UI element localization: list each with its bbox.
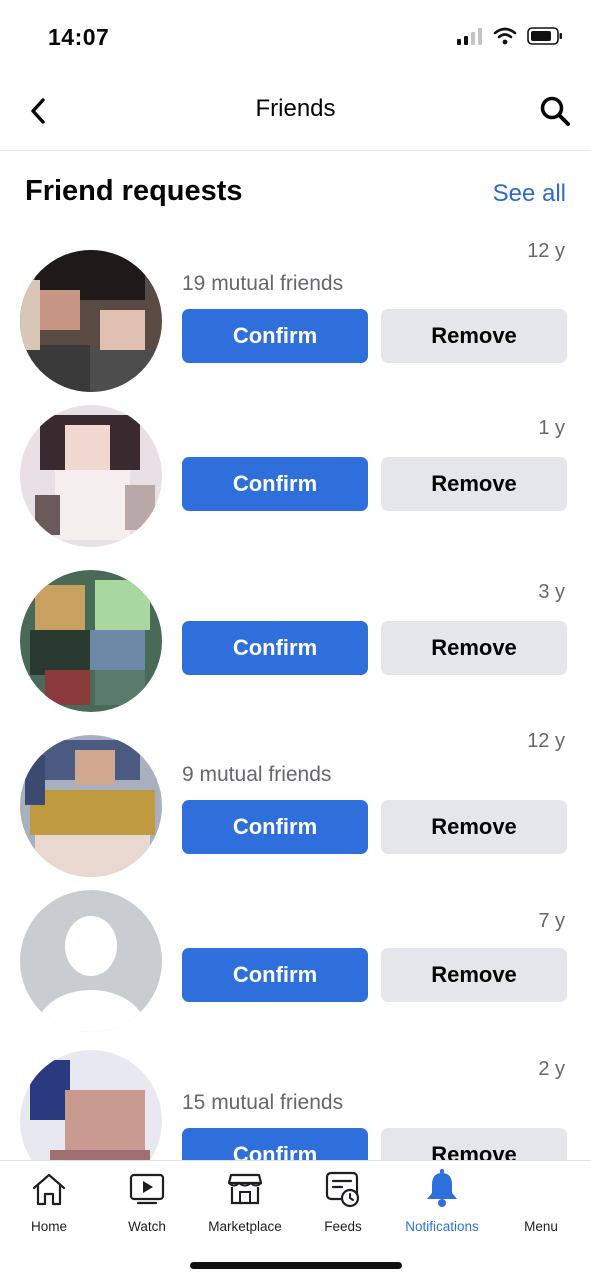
request-age: 7 y bbox=[538, 910, 565, 932]
friend-request-item: 1 y Confirm Remove bbox=[0, 405, 591, 555]
tab-label: Notifications bbox=[405, 1219, 479, 1234]
request-age: 12 y bbox=[527, 730, 565, 752]
request-age: 3 y bbox=[538, 581, 565, 603]
cellular-signal-icon bbox=[457, 28, 482, 45]
search-icon bbox=[540, 96, 570, 126]
watch-icon bbox=[127, 1169, 167, 1209]
menu-icon bbox=[521, 1169, 561, 1209]
friend-request-item: 3 y Confirm Remove bbox=[0, 570, 591, 720]
tab-label: Watch bbox=[128, 1219, 166, 1234]
bell-icon bbox=[422, 1169, 462, 1209]
tab-label: Home bbox=[30, 1219, 67, 1234]
search-button[interactable] bbox=[535, 91, 575, 131]
friend-request-item: 12 y 9 mutual friends Confirm Remove bbox=[0, 720, 591, 877]
remove-button[interactable]: Remove bbox=[381, 457, 567, 511]
home-icon bbox=[29, 1169, 69, 1209]
mutual-friends-count: 19 mutual friends bbox=[182, 272, 344, 295]
friend-request-item: 12 y 19 mutual friends Confirm Remove bbox=[0, 230, 591, 392]
remove-button[interactable]: Remove bbox=[381, 621, 567, 675]
avatar[interactable] bbox=[20, 250, 162, 392]
confirm-button[interactable]: Confirm bbox=[182, 948, 368, 1002]
battery-icon bbox=[527, 27, 562, 45]
feeds-icon bbox=[323, 1169, 363, 1209]
home-indicator bbox=[190, 1262, 402, 1269]
mutual-friends-count: 9 mutual friends bbox=[182, 763, 332, 786]
see-all-link[interactable]: See all bbox=[493, 180, 566, 208]
friend-request-item: 7 y Confirm Remove bbox=[0, 890, 591, 1040]
tab-home[interactable]: Home bbox=[0, 1169, 98, 1234]
mutual-friends-count: 15 mutual friends bbox=[182, 1091, 344, 1114]
page-title: Friends bbox=[255, 95, 336, 122]
status-time: 14:07 bbox=[48, 24, 110, 50]
wifi-icon bbox=[493, 27, 517, 45]
tab-label: Menu bbox=[524, 1219, 558, 1234]
status-icons bbox=[457, 27, 563, 45]
avatar[interactable] bbox=[20, 570, 162, 712]
remove-button[interactable]: Remove bbox=[381, 948, 567, 1002]
tab-feeds[interactable]: Feeds bbox=[294, 1169, 392, 1234]
status-bar: 14:07 bbox=[0, 0, 591, 75]
nav-bar: Friends bbox=[0, 75, 591, 151]
tab-label: Marketplace bbox=[208, 1219, 282, 1234]
avatar[interactable] bbox=[20, 735, 162, 877]
remove-button[interactable]: Remove bbox=[381, 309, 567, 363]
tab-menu[interactable]: Menu bbox=[492, 1169, 590, 1234]
remove-button[interactable]: Remove bbox=[381, 800, 567, 854]
avatar[interactable] bbox=[20, 405, 162, 547]
confirm-button[interactable]: Confirm bbox=[182, 457, 368, 511]
confirm-button[interactable]: Confirm bbox=[182, 309, 368, 363]
request-age: 1 y bbox=[538, 417, 565, 439]
request-age: 2 y bbox=[538, 1058, 565, 1080]
bottom-tab-bar: Home Watch Marketplace Feeds Notificatio… bbox=[0, 1160, 591, 1281]
tab-marketplace[interactable]: Marketplace bbox=[196, 1169, 294, 1234]
tab-label: Feeds bbox=[324, 1219, 362, 1234]
tab-watch[interactable]: Watch bbox=[98, 1169, 196, 1234]
avatar[interactable] bbox=[20, 890, 162, 1032]
request-age: 12 y bbox=[527, 240, 565, 262]
marketplace-icon bbox=[225, 1169, 265, 1209]
tab-notifications[interactable]: Notifications bbox=[393, 1169, 491, 1234]
confirm-button[interactable]: Confirm bbox=[182, 621, 368, 675]
section-title: Friend requests bbox=[25, 175, 243, 207]
section-header: Friend requests See all bbox=[0, 150, 591, 230]
confirm-button[interactable]: Confirm bbox=[182, 800, 368, 854]
